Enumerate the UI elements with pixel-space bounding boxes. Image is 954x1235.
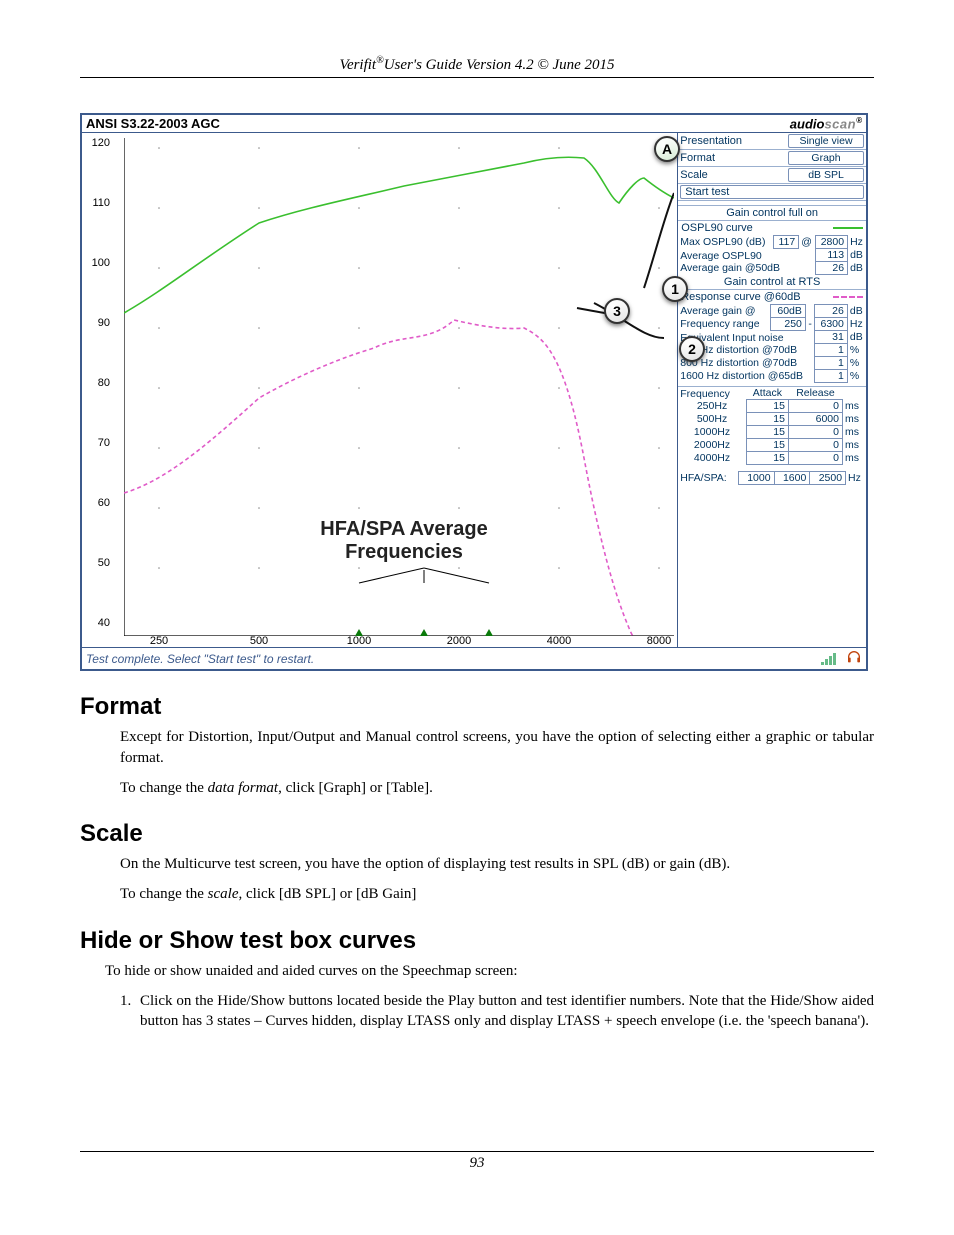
paragraph: To change the data format, click [Graph]… <box>120 778 874 798</box>
max-ospl90-value: 117 <box>773 236 798 249</box>
xtick: 4000 <box>547 635 571 647</box>
ytick: 100 <box>92 257 110 269</box>
side-panel: Presentation Single view Format Graph Sc… <box>677 133 866 647</box>
ytick: 110 <box>92 197 110 209</box>
heading-format: Format <box>80 693 874 721</box>
freq-range-lo: 250 <box>771 318 806 331</box>
legend-line-solid-icon <box>833 227 863 229</box>
avg-ospl90-value: 113 <box>815 249 847 262</box>
freq-range-label: Frequency range <box>678 318 770 331</box>
ospl90-label: OSPL90 curve <box>681 222 753 234</box>
ar-release: 0 <box>788 439 842 452</box>
ar-release: 0 <box>788 426 842 439</box>
signal-icon <box>821 653 836 665</box>
paragraph: Except for Distortion, Input/Output and … <box>120 727 874 768</box>
list-item: 1. Click on the Hide/Show buttons locate… <box>120 991 874 1032</box>
ytick: 50 <box>98 557 110 569</box>
section-header: Gain control full on <box>678 206 866 221</box>
heading-scale: Scale <box>80 820 874 848</box>
ar-release: 6000 <box>788 413 842 426</box>
avg-gain-value: 26 <box>815 305 848 318</box>
paragraph: To hide or show unaided and aided curves… <box>105 961 874 981</box>
attack-col-header: Attack <box>746 387 788 400</box>
hfa-marker-icon <box>420 629 428 636</box>
chart-area: 120 110 100 90 80 70 60 50 40 <box>82 133 677 647</box>
ar-freq: 2000Hz <box>678 439 746 452</box>
paragraph: To change the scale, click [dB SPL] or [… <box>120 884 874 904</box>
avg-gain50-label: Average gain @50dB <box>678 262 815 275</box>
d500-value: 1 <box>815 344 848 357</box>
avg-ospl90-label: Average OSPL90 <box>678 249 815 262</box>
hfa-marker-icon <box>485 629 493 636</box>
xtick: 8000 <box>647 635 671 647</box>
window-title: ANSI S3.22-2003 AGC <box>86 116 220 131</box>
avg-gain-label: Average gain @ <box>678 305 770 318</box>
ar-attack: 15 <box>746 452 788 465</box>
ytick: 40 <box>98 617 110 629</box>
ar-release: 0 <box>788 400 842 413</box>
presentation-select[interactable]: Single view <box>788 134 864 148</box>
legend-line-dashed-icon <box>833 296 863 298</box>
scale-label: Scale <box>680 169 786 181</box>
ar-freq: 4000Hz <box>678 452 746 465</box>
freq-range-hi: 6300 <box>815 318 848 331</box>
ar-attack: 15 <box>746 439 788 452</box>
freq-col-header: Frequency <box>678 387 746 400</box>
headphones-icon <box>846 654 862 668</box>
app-window: ANSI S3.22-2003 AGC audioscan® 120 110 1… <box>80 113 868 671</box>
release-col-header: Release <box>788 387 842 400</box>
ein-value: 31 <box>815 331 848 344</box>
xtick: 1000 <box>347 635 371 647</box>
avg-gain-at-select[interactable]: 60dB <box>771 305 806 318</box>
paragraph: On the Multicurve test screen, you have … <box>120 854 874 874</box>
ytick: 120 <box>92 137 110 149</box>
chart-annotation: HFA/SPA Average <box>274 518 534 541</box>
presentation-label: Presentation <box>680 135 786 147</box>
start-test-button[interactable]: Start test <box>680 185 864 199</box>
hfa-spa-label: HFA/SPA: <box>678 472 738 485</box>
ytick: 60 <box>98 497 110 509</box>
ytick: 70 <box>98 437 110 449</box>
scale-select[interactable]: dB SPL <box>788 168 864 182</box>
heading-hideshow: Hide or Show test box curves <box>80 927 874 955</box>
xtick: 250 <box>150 635 168 647</box>
xtick: 500 <box>250 635 268 647</box>
d1600-value: 1 <box>815 370 848 383</box>
ar-freq: 250Hz <box>678 400 746 413</box>
section-header: Gain control at RTS <box>678 275 866 290</box>
ar-freq: 500Hz <box>678 413 746 426</box>
page-number: 93 <box>80 1151 874 1172</box>
ar-attack: 15 <box>746 413 788 426</box>
hfa-freq-1[interactable]: 1000 <box>738 472 774 485</box>
hfa-freq-2[interactable]: 1600 <box>774 472 810 485</box>
ar-attack: 15 <box>746 400 788 413</box>
status-text: Test complete. Select "Start test" to re… <box>86 652 314 666</box>
chart-annotation: Frequencies <box>274 541 534 564</box>
ar-release: 0 <box>788 452 842 465</box>
response-curve-label: Response curve @60dB <box>681 291 800 303</box>
callout-a: A <box>654 136 680 162</box>
d800-value: 1 <box>815 357 848 370</box>
xtick: 2000 <box>447 635 471 647</box>
hfa-freq-3[interactable]: 2500 <box>810 472 846 485</box>
ytick: 90 <box>98 317 110 329</box>
brand-logo: audioscan® <box>790 116 862 131</box>
avg-gain50-value: 26 <box>815 262 847 275</box>
max-ospl90-freq: 2800 <box>815 236 847 249</box>
ytick: 80 <box>98 377 110 389</box>
ar-attack: 15 <box>746 426 788 439</box>
format-label: Format <box>680 152 786 164</box>
max-ospl90-label: Max OSPL90 (dB) <box>678 236 773 249</box>
ar-freq: 1000Hz <box>678 426 746 439</box>
doc-header: Verifit®User's Guide Version 4.2 © June … <box>80 55 874 78</box>
d1600-label: 1600 Hz distortion @65dB <box>678 370 815 383</box>
format-select[interactable]: Graph <box>788 151 864 165</box>
